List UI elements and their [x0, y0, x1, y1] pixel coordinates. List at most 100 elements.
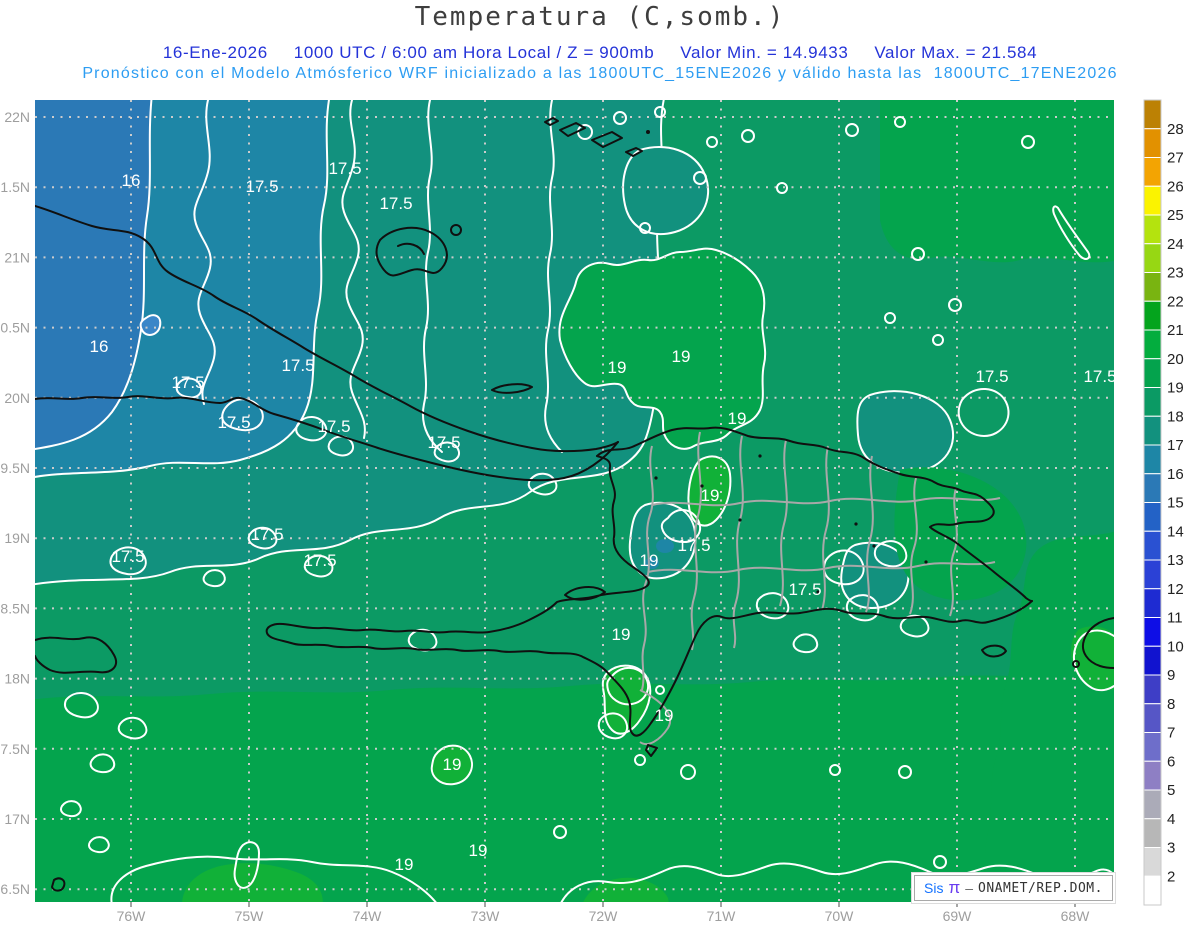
x-axis-label: 76W: [117, 908, 147, 924]
colorbar-tick-label: 26: [1167, 178, 1184, 195]
y-axis-label: 8.5N: [0, 600, 30, 616]
contour-label-17.5: 17.5: [111, 547, 144, 566]
y-axis-label: 6.5N: [0, 881, 30, 897]
colorbar-cell: [1143, 243, 1162, 273]
contour-label-17.5: 17.5: [427, 433, 460, 452]
colorbar-cell: [1143, 272, 1162, 302]
colorbar-tick-label: 20: [1167, 351, 1184, 368]
colorbar-tick-label: 12: [1167, 581, 1184, 598]
colorbar-tick-label: 3: [1167, 840, 1175, 857]
contour-label-17.5: 17.5: [281, 356, 314, 375]
colorbar-cell: [1143, 473, 1162, 503]
colorbar-tick-label: 22: [1167, 293, 1184, 310]
colorbar-cell: [1143, 99, 1162, 130]
y-axis-label: 1.5N: [0, 179, 30, 195]
coastlines: [654, 476, 658, 480]
temperature-map: 16 16 17.5 17.5 17.5 17.5 17.5 17.5 17.5 17.5 17.5…: [0, 99, 1184, 924]
contour-label-19: 19: [728, 409, 747, 428]
coastlines: [872, 544, 876, 548]
contour-label-19: 19: [640, 551, 659, 570]
contour-label-19: 19: [655, 706, 674, 725]
contour-label-17.5: 17.5: [317, 417, 350, 436]
contour-label-19: 19: [443, 755, 462, 774]
colorbar-tick-label: 4: [1167, 811, 1175, 828]
colorbar-tick-label: 9: [1167, 667, 1175, 684]
colorbar-tick-label: 2: [1167, 868, 1175, 885]
colorbar-cell: [1143, 185, 1162, 216]
colorbar-cell: [1143, 703, 1162, 733]
x-axis-label: 74W: [353, 908, 383, 924]
colorbar-cell: [1143, 502, 1162, 532]
coastlines: [646, 130, 650, 134]
contour-label-19: 19: [608, 358, 627, 377]
watermark-org: ONAMET/REP.DOM.: [978, 880, 1103, 896]
colorbar-cell: [1143, 358, 1162, 388]
x-axis-label: 68W: [1061, 908, 1091, 924]
coastlines: [758, 454, 762, 458]
contour-label-17.5: 17.5: [677, 536, 710, 555]
contour-label-19: 19: [395, 855, 414, 874]
y-axis-label: 21N: [4, 249, 30, 265]
x-axis-label: 75W: [235, 908, 265, 924]
colorbar-cell: [1143, 128, 1162, 158]
colorbar-tick-label: 21: [1167, 322, 1184, 339]
colorbar-cell: [1143, 760, 1162, 791]
colorbar-tick-label: 11: [1167, 610, 1183, 627]
colorbar-legend: 2827262524232221201918171615141312111098…: [1143, 99, 1184, 906]
x-axis-label: 69W: [943, 908, 973, 924]
contour-label-19: 19: [672, 347, 691, 366]
contour-label-17.5: 17.5: [788, 580, 821, 599]
colorbar-tick-label: 14: [1167, 523, 1184, 540]
colorbar-tick-label: 24: [1167, 236, 1184, 253]
y-axis-label: 22N: [4, 109, 30, 125]
colorbar-cell: [1143, 617, 1162, 647]
temperature-field: [35, 100, 1114, 902]
colorbar-cell: [1143, 559, 1162, 590]
colorbar-cell: [1143, 818, 1162, 848]
colorbar-tick-label: 19: [1167, 380, 1184, 397]
colorbar-cell: [1143, 157, 1162, 187]
watermark: Sis π – ONAMET/REP.DOM.: [914, 875, 1113, 901]
colorbar-tick-label: 5: [1167, 782, 1175, 799]
contour-label-19: 19: [612, 625, 631, 644]
colorbar-cell: [1143, 214, 1162, 245]
colorbar-tick-label: 7: [1167, 725, 1175, 742]
y-axis-label: 9.5N: [0, 460, 30, 476]
colorbar-cell: [1143, 387, 1162, 417]
contour-label-16: 16: [90, 337, 109, 356]
colorbar-tick-label: 17: [1167, 437, 1184, 454]
watermark-separator: –: [965, 880, 974, 896]
colorbar-cell: [1143, 444, 1162, 475]
x-axis-label: 73W: [471, 908, 501, 924]
y-axis-label: 0.5N: [0, 320, 30, 336]
y-axis-label: 18N: [4, 671, 30, 687]
colorbar-tick-label: 28: [1167, 121, 1184, 138]
brand-sispi: Sis: [924, 880, 944, 896]
colorbar-cell: [1143, 847, 1162, 877]
contour-label-19: 19: [469, 841, 488, 860]
colorbar-cell: [1143, 645, 1162, 676]
contour-label-17.5: 17.5: [217, 413, 250, 432]
colorbar-cell: [1143, 732, 1162, 762]
pi-symbol: π: [948, 878, 961, 897]
colorbar-tick-label: 10: [1167, 638, 1184, 655]
colorbar-cell: [1143, 530, 1162, 561]
coastlines: [738, 518, 742, 522]
contour-label-17.5: 17.5: [328, 159, 361, 178]
colorbar-tick-label: 8: [1167, 696, 1175, 713]
x-axis-label: 70W: [825, 908, 855, 924]
weather-map-page: Temperatura (C,somb.) 16-Ene-2026 1000 UT…: [0, 0, 1200, 927]
colorbar-tick-label: 15: [1167, 495, 1184, 512]
contour-label-17.5: 17.5: [250, 525, 283, 544]
contour-label-17.5: 17.5: [245, 177, 278, 196]
field-19-20: [880, 100, 1114, 263]
colorbar-cell: [1143, 588, 1162, 618]
x-axis-label: 71W: [707, 908, 737, 924]
field-17-18: [622, 146, 710, 236]
colorbar-cell: [1143, 300, 1162, 331]
colorbar-tick-label: 16: [1167, 466, 1184, 483]
contour-label-17.5: 17.5: [975, 367, 1008, 386]
contour-label-17.5: 17.5: [171, 373, 204, 392]
y-axis-label: 7.5N: [0, 741, 30, 757]
y-axis-label: 17N: [4, 811, 30, 827]
